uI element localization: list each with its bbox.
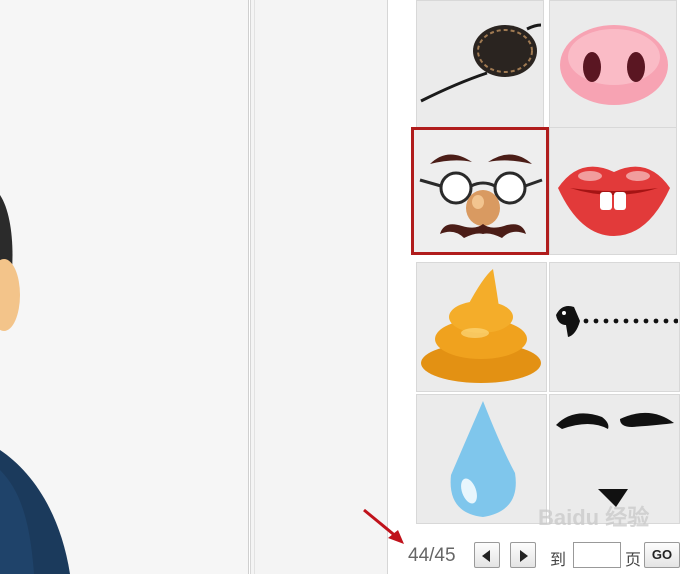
triangle-left-icon: [482, 550, 490, 562]
avatar-figure: [0, 195, 70, 574]
prev-page-button[interactable]: [474, 542, 500, 568]
bird-dotted-line-icon: [556, 306, 679, 337]
pig-nose-icon: [560, 25, 668, 105]
page-counter: 44/45: [408, 545, 456, 566]
next-page-button[interactable]: [510, 542, 536, 568]
sticker-water-drop[interactable]: [416, 394, 547, 524]
goto-label: 到: [550, 552, 567, 569]
sticker-poop[interactable]: [416, 262, 547, 392]
pointer-arrow-icon: [363, 508, 404, 544]
groucho-glasses-icon: [419, 154, 543, 238]
red-lips-teeth-icon: [558, 166, 670, 236]
go-button[interactable]: GO: [644, 542, 680, 568]
triangle-right-icon: [520, 550, 528, 562]
water-drop-icon: [450, 401, 516, 517]
page-suffix-label: 页: [625, 552, 642, 569]
poop-icon: [421, 269, 541, 383]
page-number-input[interactable]: [573, 542, 621, 568]
pagination-bar: 44/45 到 页 GO: [408, 540, 700, 570]
sticker-pig-nose[interactable]: [549, 0, 677, 128]
sticker-bird-line[interactable]: [549, 262, 680, 392]
divider-panel: [250, 0, 388, 574]
eye-patch-icon: [420, 23, 542, 103]
sticker-red-lips[interactable]: [549, 127, 677, 255]
photo-canvas[interactable]: [0, 0, 249, 574]
watermark-logo: Baidu 经验: [538, 505, 650, 530]
sticker-eye-patch[interactable]: [416, 0, 544, 128]
sticker-groucho-glasses[interactable]: [411, 127, 549, 255]
